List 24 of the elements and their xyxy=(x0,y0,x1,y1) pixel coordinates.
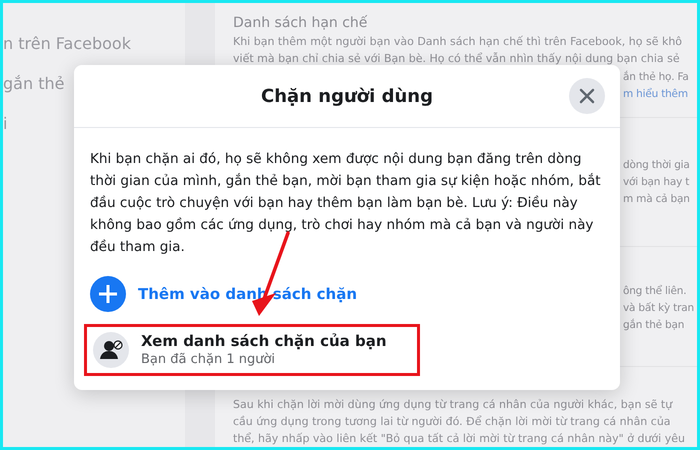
section-text: dòng thời gia xyxy=(623,158,690,174)
dialog-description: Khi bạn chặn ai đó, họ sẽ không xem được nội dung bạn đăng trên dòng thời gian của mình, gắn thẻ bạn, mời bạn tham gia sự kiện hoặc nhóm, bắt đầu cuộc trò chuyện với bạn hay thêm bạn làm bạn bè. Lưu ý: Điều này không bao gồm các ứng dụng, trò chơi hay nhóm mà cả bạn và người này đều tham gia. xyxy=(90,150,602,257)
section-text: gắn thẻ bạn xyxy=(623,318,684,333)
section-text: và bất kỳ tran xyxy=(623,300,694,316)
item-title: Xem danh sách chặn của bạn xyxy=(141,331,387,351)
section-text: m mà cả bạn xyxy=(623,192,690,208)
sidebar-item[interactable]: n trên Facebook xyxy=(3,33,185,55)
learn-more-link[interactable]: m hiểu thêm xyxy=(623,86,688,103)
section-title: Danh sách hạn chế xyxy=(233,14,368,33)
dialog-title: Chặn người dùng xyxy=(261,86,433,106)
section-text: với bạn hay t xyxy=(623,175,690,190)
section-text: Sau khi chặn lời mời dùng ứng dụng từ trang cá nhân của người khác, bạn sẽ tự xyxy=(233,396,674,413)
section-text: cầu ứng dụng trong tương lai từ người đó. Để chặn lời mời từ trang cá nhân của xyxy=(233,414,672,430)
section-text: thể, hãy nhấp vào liên kết "Bỏ qua tất cả lời mời từ trang cá nhân này" ở dưới yêu xyxy=(233,430,686,447)
item-subtitle: Bạn đã chặn 1 người xyxy=(141,351,276,369)
close-button[interactable] xyxy=(569,78,605,114)
section-text: viết mà bạn chỉ chia sẻ với Bạn bè. Họ có thể vẫn nhìn thấy nội dung bạn chia sẻ xyxy=(233,51,681,67)
plus-icon xyxy=(90,276,126,312)
section-text: ông thể liên. xyxy=(623,284,686,299)
block-list-item[interactable]: Xem danh sách chặn của bạn Bạn đã chặn 1 người xyxy=(84,324,420,376)
blocked-user-icon xyxy=(93,332,129,368)
section-text: ắn thẻ họ. Fa xyxy=(623,70,689,85)
close-icon xyxy=(579,88,595,104)
section-text: Khi bạn thêm một người bạn vào Danh sách hạn chế thì trên Facebook, họ sẽ khô xyxy=(233,34,684,50)
